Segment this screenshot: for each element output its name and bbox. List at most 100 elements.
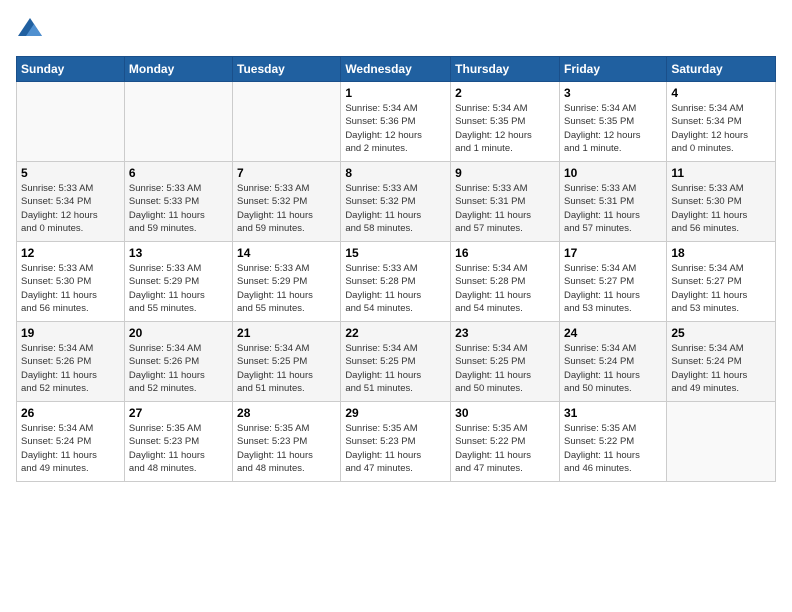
day-info: Sunrise: 5:34 AM Sunset: 5:24 PM Dayligh… [564,342,662,395]
day-info: Sunrise: 5:33 AM Sunset: 5:34 PM Dayligh… [21,182,120,235]
day-info: Sunrise: 5:34 AM Sunset: 5:24 PM Dayligh… [671,342,771,395]
day-info: Sunrise: 5:34 AM Sunset: 5:27 PM Dayligh… [671,262,771,315]
day-info: Sunrise: 5:35 AM Sunset: 5:22 PM Dayligh… [455,422,555,475]
day-number: 8 [345,166,446,180]
day-info: Sunrise: 5:34 AM Sunset: 5:25 PM Dayligh… [237,342,336,395]
weekday-header-thursday: Thursday [451,57,560,82]
calendar-cell: 27 Sunrise: 5:35 AM Sunset: 5:23 PM Dayli… [124,402,232,482]
calendar-cell: 28 Sunrise: 5:35 AM Sunset: 5:23 PM Dayli… [233,402,341,482]
calendar-cell: 30 Sunrise: 5:35 AM Sunset: 5:22 PM Dayli… [451,402,560,482]
day-number: 5 [21,166,120,180]
day-info: Sunrise: 5:34 AM Sunset: 5:35 PM Dayligh… [455,102,555,155]
day-number: 17 [564,246,662,260]
day-number: 31 [564,406,662,420]
weekday-header-saturday: Saturday [667,57,776,82]
calendar-cell: 8 Sunrise: 5:33 AM Sunset: 5:32 PM Daylig… [341,162,451,242]
calendar-cell: 3 Sunrise: 5:34 AM Sunset: 5:35 PM Daylig… [559,82,666,162]
calendar-week-1: 1 Sunrise: 5:34 AM Sunset: 5:36 PM Daylig… [17,82,776,162]
calendar-week-2: 5 Sunrise: 5:33 AM Sunset: 5:34 PM Daylig… [17,162,776,242]
weekday-header-friday: Friday [559,57,666,82]
weekday-header-wednesday: Wednesday [341,57,451,82]
calendar-table: SundayMondayTuesdayWednesdayThursdayFrid… [16,56,776,482]
day-info: Sunrise: 5:35 AM Sunset: 5:23 PM Dayligh… [237,422,336,475]
calendar-cell: 2Sunrise: 5:34 AM Sunset: 5:35 PM Daylig… [451,82,560,162]
weekday-row: SundayMondayTuesdayWednesdayThursdayFrid… [17,57,776,82]
day-number: 4 [671,86,771,100]
calendar-cell: 10Sunrise: 5:33 AM Sunset: 5:31 PM Dayli… [559,162,666,242]
day-number: 14 [237,246,336,260]
day-number: 22 [345,326,446,340]
day-info: Sunrise: 5:34 AM Sunset: 5:24 PM Dayligh… [21,422,120,475]
day-number: 29 [345,406,446,420]
calendar-cell: 18 Sunrise: 5:34 AM Sunset: 5:27 PM Dayli… [667,242,776,322]
logo-icon [16,16,44,44]
calendar-cell [124,82,232,162]
day-number: 23 [455,326,555,340]
calendar-body: 1 Sunrise: 5:34 AM Sunset: 5:36 PM Daylig… [17,82,776,482]
day-info: Sunrise: 5:33 AM Sunset: 5:30 PM Dayligh… [21,262,120,315]
day-number: 1 [345,86,446,100]
calendar-cell: 23 Sunrise: 5:34 AM Sunset: 5:25 PM Dayli… [451,322,560,402]
calendar-cell: 13Sunrise: 5:33 AM Sunset: 5:29 PM Dayli… [124,242,232,322]
day-info: Sunrise: 5:34 AM Sunset: 5:27 PM Dayligh… [564,262,662,315]
day-info: Sunrise: 5:34 AM Sunset: 5:35 PM Dayligh… [564,102,662,155]
day-number: 18 [671,246,771,260]
day-info: Sunrise: 5:33 AM Sunset: 5:32 PM Dayligh… [345,182,446,235]
calendar-cell: 29Sunrise: 5:35 AM Sunset: 5:23 PM Dayli… [341,402,451,482]
day-number: 12 [21,246,120,260]
day-info: Sunrise: 5:33 AM Sunset: 5:30 PM Dayligh… [671,182,771,235]
header [16,16,776,44]
day-info: Sunrise: 5:34 AM Sunset: 5:28 PM Dayligh… [455,262,555,315]
day-number: 13 [129,246,228,260]
day-number: 27 [129,406,228,420]
calendar-header: SundayMondayTuesdayWednesdayThursdayFrid… [17,57,776,82]
day-number: 26 [21,406,120,420]
calendar-cell: 6Sunrise: 5:33 AM Sunset: 5:33 PM Daylig… [124,162,232,242]
calendar-cell: 11 Sunrise: 5:33 AM Sunset: 5:30 PM Dayli… [667,162,776,242]
day-number: 10 [564,166,662,180]
day-info: Sunrise: 5:33 AM Sunset: 5:29 PM Dayligh… [237,262,336,315]
calendar-cell: 17 Sunrise: 5:34 AM Sunset: 5:27 PM Dayli… [559,242,666,322]
day-info: Sunrise: 5:35 AM Sunset: 5:23 PM Dayligh… [129,422,228,475]
day-info: Sunrise: 5:33 AM Sunset: 5:28 PM Dayligh… [345,262,446,315]
day-number: 30 [455,406,555,420]
calendar-cell [667,402,776,482]
calendar-cell: 21 Sunrise: 5:34 AM Sunset: 5:25 PM Dayli… [233,322,341,402]
calendar-cell: 16 Sunrise: 5:34 AM Sunset: 5:28 PM Dayli… [451,242,560,322]
day-number: 24 [564,326,662,340]
weekday-header-tuesday: Tuesday [233,57,341,82]
logo [16,16,48,44]
calendar-cell: 26 Sunrise: 5:34 AM Sunset: 5:24 PM Dayli… [17,402,125,482]
day-number: 25 [671,326,771,340]
day-number: 9 [455,166,555,180]
calendar-week-4: 19 Sunrise: 5:34 AM Sunset: 5:26 PM Dayli… [17,322,776,402]
day-number: 28 [237,406,336,420]
day-number: 21 [237,326,336,340]
weekday-header-sunday: Sunday [17,57,125,82]
calendar-cell: 7Sunrise: 5:33 AM Sunset: 5:32 PM Daylig… [233,162,341,242]
calendar-cell: 19Sunrise: 5:34 AM Sunset: 5:26 PM Dayli… [17,322,125,402]
calendar-cell: 9Sunrise: 5:33 AM Sunset: 5:31 PM Daylig… [451,162,560,242]
calendar-week-5: 26 Sunrise: 5:34 AM Sunset: 5:24 PM Dayli… [17,402,776,482]
calendar-cell: 22 Sunrise: 5:34 AM Sunset: 5:25 PM Dayli… [341,322,451,402]
day-info: Sunrise: 5:34 AM Sunset: 5:36 PM Dayligh… [345,102,446,155]
day-info: Sunrise: 5:35 AM Sunset: 5:22 PM Dayligh… [564,422,662,475]
calendar-cell: 20Sunrise: 5:34 AM Sunset: 5:26 PM Dayli… [124,322,232,402]
calendar-week-3: 12 Sunrise: 5:33 AM Sunset: 5:30 PM Dayli… [17,242,776,322]
day-info: Sunrise: 5:34 AM Sunset: 5:25 PM Dayligh… [455,342,555,395]
calendar-cell: 31 Sunrise: 5:35 AM Sunset: 5:22 PM Dayli… [559,402,666,482]
day-number: 11 [671,166,771,180]
day-number: 3 [564,86,662,100]
day-number: 6 [129,166,228,180]
calendar-cell: 15Sunrise: 5:33 AM Sunset: 5:28 PM Dayli… [341,242,451,322]
day-info: Sunrise: 5:33 AM Sunset: 5:32 PM Dayligh… [237,182,336,235]
calendar-cell [233,82,341,162]
day-info: Sunrise: 5:34 AM Sunset: 5:25 PM Dayligh… [345,342,446,395]
calendar-cell: 4Sunrise: 5:34 AM Sunset: 5:34 PM Daylig… [667,82,776,162]
day-number: 16 [455,246,555,260]
calendar-cell: 1 Sunrise: 5:34 AM Sunset: 5:36 PM Daylig… [341,82,451,162]
day-info: Sunrise: 5:34 AM Sunset: 5:26 PM Dayligh… [129,342,228,395]
weekday-header-monday: Monday [124,57,232,82]
calendar-cell: 5 Sunrise: 5:33 AM Sunset: 5:34 PM Daylig… [17,162,125,242]
day-number: 19 [21,326,120,340]
